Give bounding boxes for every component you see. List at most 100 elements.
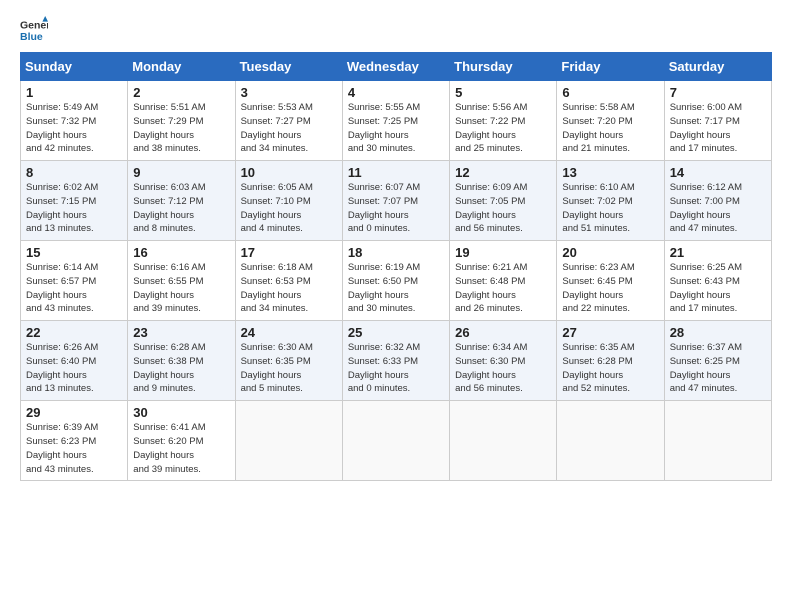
weekday-header: Friday <box>557 53 664 81</box>
header: General Blue <box>20 16 772 44</box>
day-info: Sunrise: 5:55 AMSunset: 7:25 PMDaylight … <box>348 101 445 156</box>
calendar-cell: 21 Sunrise: 6:25 AMSunset: 6:43 PMDaylig… <box>664 241 771 321</box>
calendar-cell: 26 Sunrise: 6:34 AMSunset: 6:30 PMDaylig… <box>450 321 557 401</box>
calendar-cell: 3 Sunrise: 5:53 AMSunset: 7:27 PMDayligh… <box>235 81 342 161</box>
day-info: Sunrise: 5:49 AMSunset: 7:32 PMDaylight … <box>26 101 123 156</box>
calendar-cell: 15 Sunrise: 6:14 AMSunset: 6:57 PMDaylig… <box>21 241 128 321</box>
day-info: Sunrise: 6:14 AMSunset: 6:57 PMDaylight … <box>26 261 123 316</box>
calendar-cell: 1 Sunrise: 5:49 AMSunset: 7:32 PMDayligh… <box>21 81 128 161</box>
day-info: Sunrise: 6:23 AMSunset: 6:45 PMDaylight … <box>562 261 659 316</box>
day-info: Sunrise: 6:34 AMSunset: 6:30 PMDaylight … <box>455 341 552 396</box>
calendar-cell: 9 Sunrise: 6:03 AMSunset: 7:12 PMDayligh… <box>128 161 235 241</box>
day-number: 16 <box>133 245 230 260</box>
weekday-header: Wednesday <box>342 53 449 81</box>
day-number: 19 <box>455 245 552 260</box>
calendar-week: 15 Sunrise: 6:14 AMSunset: 6:57 PMDaylig… <box>21 241 772 321</box>
calendar-cell <box>342 401 449 481</box>
calendar-cell: 13 Sunrise: 6:10 AMSunset: 7:02 PMDaylig… <box>557 161 664 241</box>
calendar-cell: 18 Sunrise: 6:19 AMSunset: 6:50 PMDaylig… <box>342 241 449 321</box>
calendar-cell: 25 Sunrise: 6:32 AMSunset: 6:33 PMDaylig… <box>342 321 449 401</box>
day-number: 18 <box>348 245 445 260</box>
calendar-cell: 10 Sunrise: 6:05 AMSunset: 7:10 PMDaylig… <box>235 161 342 241</box>
day-number: 2 <box>133 85 230 100</box>
calendar-cell: 27 Sunrise: 6:35 AMSunset: 6:28 PMDaylig… <box>557 321 664 401</box>
calendar-cell: 4 Sunrise: 5:55 AMSunset: 7:25 PMDayligh… <box>342 81 449 161</box>
calendar-cell: 14 Sunrise: 6:12 AMSunset: 7:00 PMDaylig… <box>664 161 771 241</box>
day-number: 7 <box>670 85 767 100</box>
day-info: Sunrise: 6:09 AMSunset: 7:05 PMDaylight … <box>455 181 552 236</box>
calendar-cell: 22 Sunrise: 6:26 AMSunset: 6:40 PMDaylig… <box>21 321 128 401</box>
day-number: 11 <box>348 165 445 180</box>
day-info: Sunrise: 5:56 AMSunset: 7:22 PMDaylight … <box>455 101 552 156</box>
day-info: Sunrise: 6:16 AMSunset: 6:55 PMDaylight … <box>133 261 230 316</box>
day-info: Sunrise: 6:32 AMSunset: 6:33 PMDaylight … <box>348 341 445 396</box>
calendar-cell <box>450 401 557 481</box>
day-number: 12 <box>455 165 552 180</box>
day-number: 28 <box>670 325 767 340</box>
day-info: Sunrise: 6:21 AMSunset: 6:48 PMDaylight … <box>455 261 552 316</box>
day-info: Sunrise: 6:05 AMSunset: 7:10 PMDaylight … <box>241 181 338 236</box>
day-number: 30 <box>133 405 230 420</box>
calendar-cell <box>235 401 342 481</box>
weekday-header: Sunday <box>21 53 128 81</box>
calendar-cell: 8 Sunrise: 6:02 AMSunset: 7:15 PMDayligh… <box>21 161 128 241</box>
calendar-cell: 20 Sunrise: 6:23 AMSunset: 6:45 PMDaylig… <box>557 241 664 321</box>
day-number: 22 <box>26 325 123 340</box>
day-info: Sunrise: 6:19 AMSunset: 6:50 PMDaylight … <box>348 261 445 316</box>
day-number: 8 <box>26 165 123 180</box>
day-info: Sunrise: 6:02 AMSunset: 7:15 PMDaylight … <box>26 181 123 236</box>
day-info: Sunrise: 6:26 AMSunset: 6:40 PMDaylight … <box>26 341 123 396</box>
calendar-week: 29 Sunrise: 6:39 AMSunset: 6:23 PMDaylig… <box>21 401 772 481</box>
day-info: Sunrise: 6:03 AMSunset: 7:12 PMDaylight … <box>133 181 230 236</box>
weekday-header: Tuesday <box>235 53 342 81</box>
day-info: Sunrise: 6:00 AMSunset: 7:17 PMDaylight … <box>670 101 767 156</box>
header-row: SundayMondayTuesdayWednesdayThursdayFrid… <box>21 53 772 81</box>
day-number: 24 <box>241 325 338 340</box>
day-number: 10 <box>241 165 338 180</box>
calendar-cell: 6 Sunrise: 5:58 AMSunset: 7:20 PMDayligh… <box>557 81 664 161</box>
calendar-cell: 30 Sunrise: 6:41 AMSunset: 6:20 PMDaylig… <box>128 401 235 481</box>
day-info: Sunrise: 6:30 AMSunset: 6:35 PMDaylight … <box>241 341 338 396</box>
day-number: 9 <box>133 165 230 180</box>
day-info: Sunrise: 5:53 AMSunset: 7:27 PMDaylight … <box>241 101 338 156</box>
calendar-week: 22 Sunrise: 6:26 AMSunset: 6:40 PMDaylig… <box>21 321 772 401</box>
day-info: Sunrise: 6:35 AMSunset: 6:28 PMDaylight … <box>562 341 659 396</box>
calendar-cell: 5 Sunrise: 5:56 AMSunset: 7:22 PMDayligh… <box>450 81 557 161</box>
day-info: Sunrise: 6:10 AMSunset: 7:02 PMDaylight … <box>562 181 659 236</box>
day-number: 5 <box>455 85 552 100</box>
day-number: 14 <box>670 165 767 180</box>
weekday-header: Monday <box>128 53 235 81</box>
calendar-week: 8 Sunrise: 6:02 AMSunset: 7:15 PMDayligh… <box>21 161 772 241</box>
day-number: 25 <box>348 325 445 340</box>
day-number: 4 <box>348 85 445 100</box>
svg-text:Blue: Blue <box>20 31 43 43</box>
day-number: 1 <box>26 85 123 100</box>
day-info: Sunrise: 6:37 AMSunset: 6:25 PMDaylight … <box>670 341 767 396</box>
calendar-cell: 11 Sunrise: 6:07 AMSunset: 7:07 PMDaylig… <box>342 161 449 241</box>
day-info: Sunrise: 5:58 AMSunset: 7:20 PMDaylight … <box>562 101 659 156</box>
calendar-cell: 23 Sunrise: 6:28 AMSunset: 6:38 PMDaylig… <box>128 321 235 401</box>
day-number: 13 <box>562 165 659 180</box>
day-number: 6 <box>562 85 659 100</box>
calendar-table: SundayMondayTuesdayWednesdayThursdayFrid… <box>20 52 772 481</box>
day-number: 15 <box>26 245 123 260</box>
day-info: Sunrise: 6:39 AMSunset: 6:23 PMDaylight … <box>26 421 123 476</box>
logo: General Blue <box>20 16 52 44</box>
calendar-cell: 28 Sunrise: 6:37 AMSunset: 6:25 PMDaylig… <box>664 321 771 401</box>
day-info: Sunrise: 6:12 AMSunset: 7:00 PMDaylight … <box>670 181 767 236</box>
calendar-cell: 12 Sunrise: 6:09 AMSunset: 7:05 PMDaylig… <box>450 161 557 241</box>
day-info: Sunrise: 6:18 AMSunset: 6:53 PMDaylight … <box>241 261 338 316</box>
calendar-week: 1 Sunrise: 5:49 AMSunset: 7:32 PMDayligh… <box>21 81 772 161</box>
calendar-cell: 17 Sunrise: 6:18 AMSunset: 6:53 PMDaylig… <box>235 241 342 321</box>
logo-icon: General Blue <box>20 16 48 44</box>
weekday-header: Saturday <box>664 53 771 81</box>
day-number: 21 <box>670 245 767 260</box>
calendar-cell: 16 Sunrise: 6:16 AMSunset: 6:55 PMDaylig… <box>128 241 235 321</box>
calendar-cell: 19 Sunrise: 6:21 AMSunset: 6:48 PMDaylig… <box>450 241 557 321</box>
calendar-cell: 7 Sunrise: 6:00 AMSunset: 7:17 PMDayligh… <box>664 81 771 161</box>
calendar-cell: 2 Sunrise: 5:51 AMSunset: 7:29 PMDayligh… <box>128 81 235 161</box>
calendar-cell <box>664 401 771 481</box>
calendar-cell <box>557 401 664 481</box>
weekday-header: Thursday <box>450 53 557 81</box>
day-info: Sunrise: 6:25 AMSunset: 6:43 PMDaylight … <box>670 261 767 316</box>
